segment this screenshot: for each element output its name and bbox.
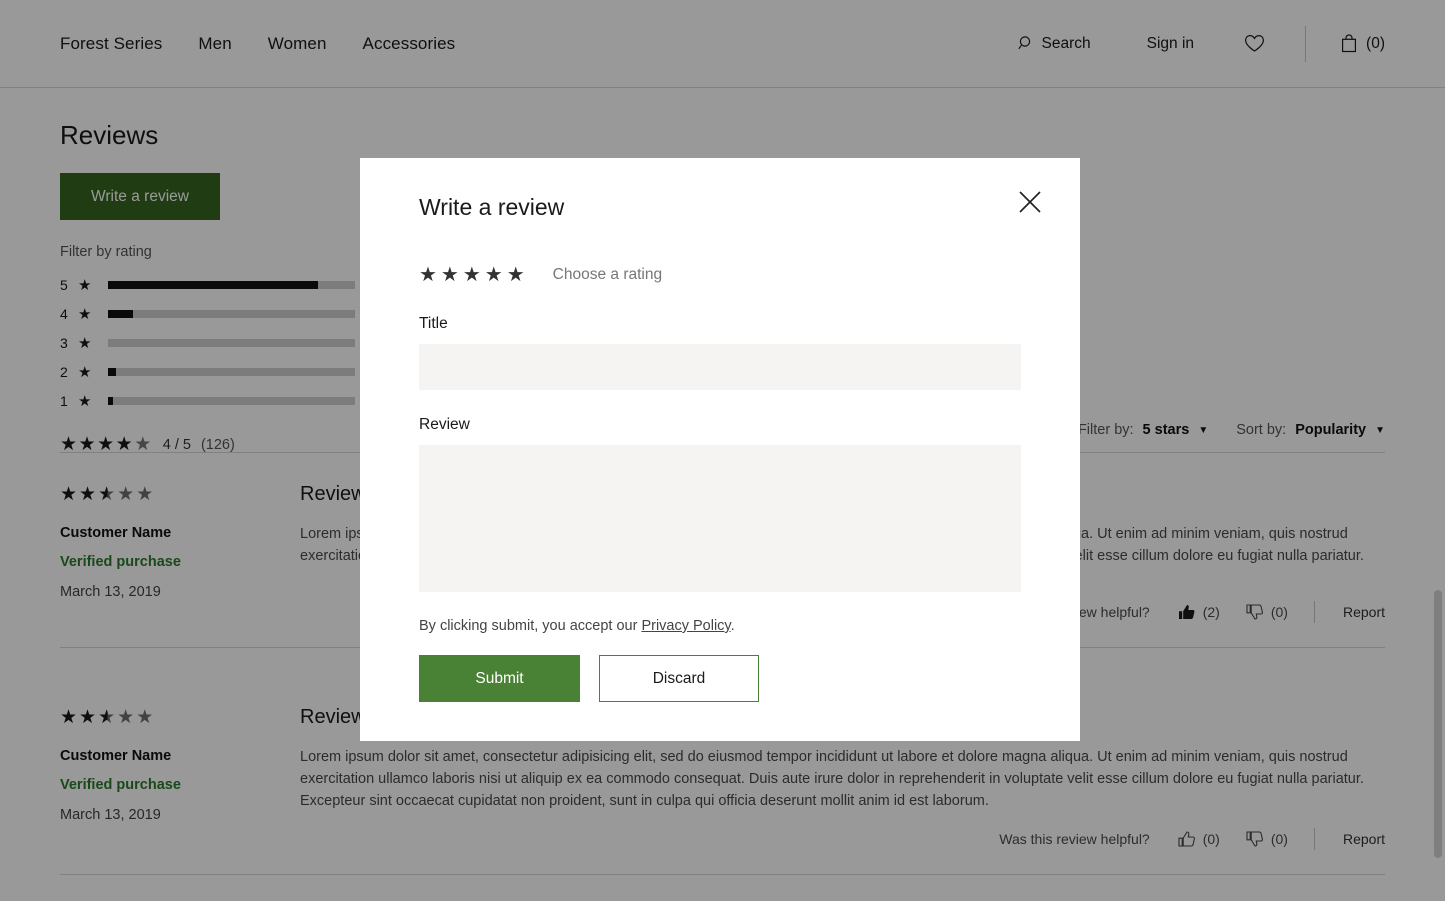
write-review-modal: Write a review ★★★★★ Choose a rating Tit… (360, 158, 1080, 741)
discard-button[interactable]: Discard (599, 655, 759, 702)
close-icon-glyph (1017, 189, 1043, 215)
review-textarea[interactable] (419, 445, 1021, 592)
review-field-label: Review (419, 416, 1021, 434)
legal-prefix: By clicking submit, you accept our (419, 618, 641, 634)
close-icon[interactable] (1008, 180, 1052, 224)
submit-button[interactable]: Submit (419, 655, 580, 702)
privacy-policy-link[interactable]: Privacy Policy (641, 618, 730, 634)
modal-title: Write a review (419, 194, 1021, 221)
rating-stars-icon[interactable]: ★★★★★ (419, 262, 529, 287)
rating-hint: Choose a rating (553, 266, 662, 284)
vertical-scrollbar[interactable] (1434, 590, 1442, 858)
rating-picker[interactable]: ★★★★★ Choose a rating (419, 262, 1021, 287)
title-field-label: Title (419, 315, 1021, 333)
legal-suffix: . (731, 618, 735, 634)
modal-actions: Submit Discard (419, 655, 1021, 702)
title-input[interactable] (419, 344, 1021, 390)
legal-text: By clicking submit, you accept our Priva… (419, 618, 1021, 634)
